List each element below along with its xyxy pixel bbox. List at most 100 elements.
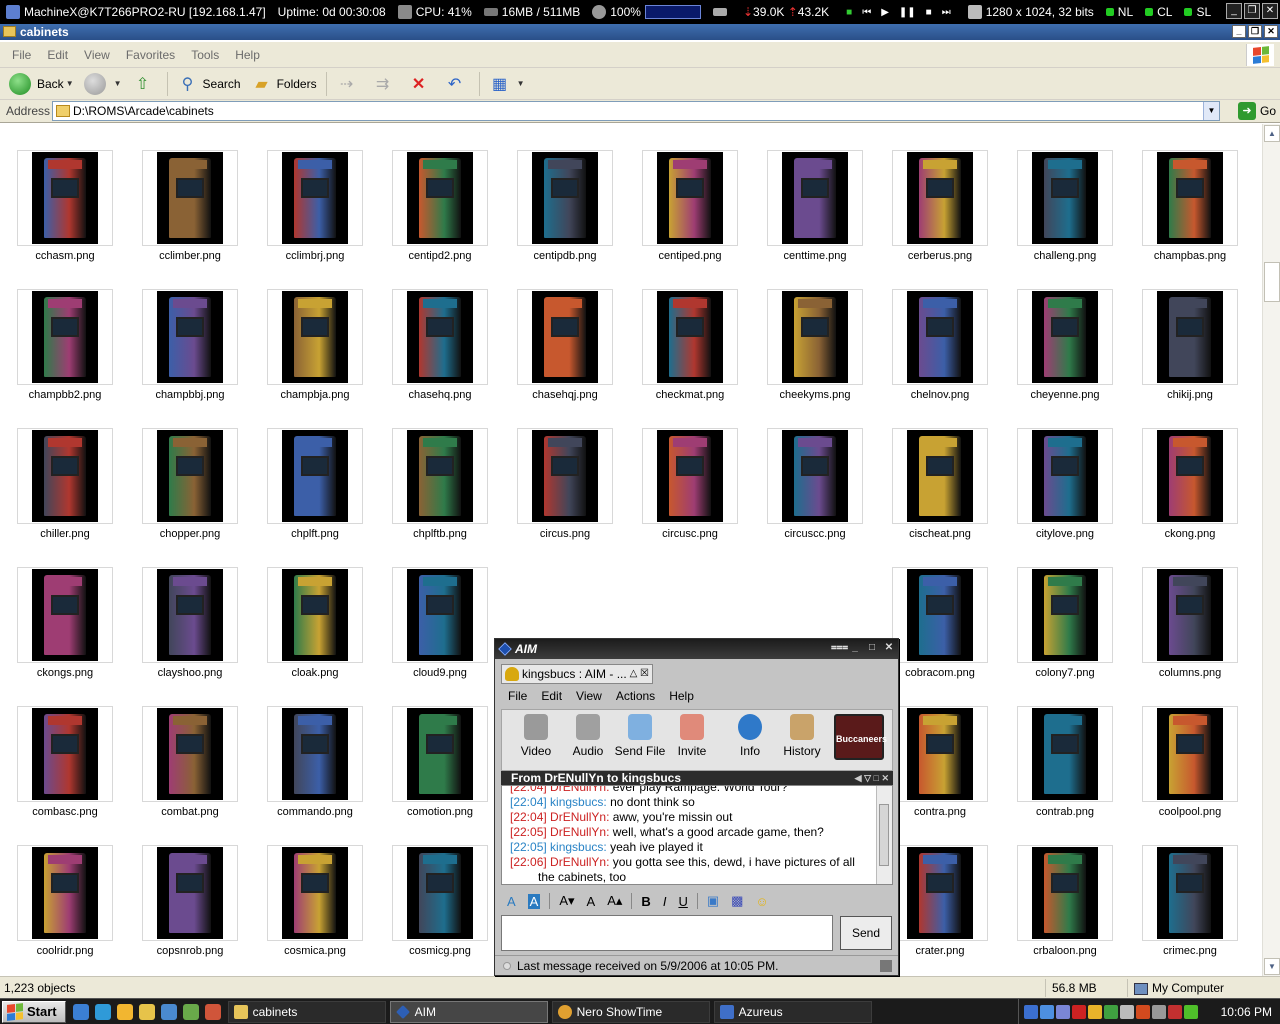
file-thumbnail[interactable]: challeng.png [1000, 124, 1125, 262]
file-thumbnail[interactable]: circus.png [500, 402, 625, 540]
file-thumbnail[interactable]: centipd2.png [375, 124, 500, 262]
file-thumbnail[interactable]: chelnov.png [875, 263, 1000, 401]
sysbar-close-icon[interactable]: ✕ [1262, 3, 1278, 19]
file-thumbnail[interactable]: chplftb.png [375, 402, 500, 540]
file-thumbnail[interactable]: coolpool.png [1125, 680, 1250, 818]
aim-message-input[interactable] [501, 915, 833, 951]
message-sender[interactable]: DrENullYn [550, 810, 606, 824]
views-button[interactable]: ▦ ▼ [484, 70, 530, 98]
increase-font-icon[interactable]: A▴ [607, 893, 622, 909]
media-play-icon[interactable]: ▶ [881, 7, 889, 18]
folders-button[interactable]: ▰ Folders [246, 70, 322, 98]
file-thumbnail[interactable]: centtime.png [750, 124, 875, 262]
file-thumbnail[interactable]: champbb2.png [0, 263, 125, 401]
views-dropdown-icon[interactable]: ▼ [517, 79, 525, 88]
tray-antivirus-icon[interactable] [1072, 1005, 1086, 1019]
quicklaunch-ie-icon[interactable] [72, 1003, 89, 1020]
file-thumbnail[interactable]: crimec.png [1125, 819, 1250, 957]
message-sender[interactable]: DrENullYn [550, 825, 606, 839]
search-button[interactable]: ⚲ Search [172, 70, 246, 98]
buddy-icon[interactable]: Buccaneers [834, 714, 887, 760]
lang-nl[interactable]: NL [1118, 5, 1133, 19]
scroll-up-icon[interactable]: ▲ [1264, 125, 1280, 142]
aim-title-bar[interactable]: AIM ⩶ _ □ ✕ [495, 639, 898, 659]
forward-button[interactable]: ▼ [79, 70, 127, 98]
file-thumbnail[interactable]: combasc.png [0, 680, 125, 818]
vertical-scrollbar[interactable]: ▲ ▼ [1262, 124, 1280, 976]
file-thumbnail[interactable]: comotion.png [375, 680, 500, 818]
bold-icon[interactable]: B [641, 894, 650, 909]
aim-message-log[interactable]: [22:04] DrENullYn: ever play Rampage: Wo… [501, 785, 893, 885]
aim-history-button[interactable]: History [774, 714, 830, 758]
file-thumbnail[interactable]: cclimber.png [125, 124, 250, 262]
file-thumbnail[interactable]: cischeat.png [875, 402, 1000, 540]
message-sender[interactable]: DrENullYn [550, 786, 606, 794]
aim-log-scroll-thumb[interactable] [879, 804, 889, 866]
aim-window[interactable]: AIM ⩶ _ □ ✕ kingsbucs : AIM - ... △ ☒ Fi… [494, 638, 899, 976]
close-button[interactable]: ✕ [1264, 25, 1278, 38]
address-input[interactable]: D:\ROMS\Arcade\cabinets ▼ [52, 101, 1220, 121]
aim-menu-view[interactable]: View [569, 689, 609, 703]
file-thumbnail[interactable]: champbas.png [1125, 124, 1250, 262]
menu-help[interactable]: Help [227, 48, 268, 62]
tray-bluetooth-icon[interactable] [1040, 1005, 1054, 1019]
aim-menu-help[interactable]: Help [662, 689, 701, 703]
normal-font-icon[interactable]: A [587, 894, 596, 909]
aim-log-scrollbar[interactable] [876, 786, 892, 884]
media-next-icon[interactable]: ⏭ [942, 7, 951, 18]
background-color-icon[interactable]: A [527, 893, 541, 909]
smiley-icon[interactable]: ☺ [755, 894, 768, 909]
lang-sl[interactable]: SL [1196, 5, 1211, 19]
go-button[interactable]: ➜ Go [1237, 102, 1276, 120]
quicklaunch-pencil-icon[interactable] [138, 1003, 155, 1020]
aim-close-icon[interactable]: ✕ [882, 642, 896, 656]
text-color-icon[interactable]: A [507, 894, 516, 909]
aim-conversation-tab[interactable]: kingsbucs : AIM - ... △ ☒ [501, 664, 653, 684]
scroll-thumb[interactable] [1264, 262, 1280, 302]
move-to-button[interactable]: ⇢ [331, 70, 367, 98]
file-thumbnail[interactable]: crbaloon.png [1000, 819, 1125, 957]
quicklaunch-network-icon[interactable] [160, 1003, 177, 1020]
decrease-font-icon[interactable]: A▾ [559, 893, 574, 909]
aim-maximize-icon[interactable]: □ [865, 642, 879, 656]
message-sender[interactable]: kingsbucs [550, 840, 603, 854]
file-thumbnail[interactable]: coolridr.png [0, 819, 125, 957]
start-button[interactable]: Start [2, 1000, 66, 1023]
file-thumbnail[interactable]: centiped.png [625, 124, 750, 262]
file-thumbnail[interactable]: circuscc.png [750, 402, 875, 540]
task-azureus[interactable]: Azureus [713, 1000, 872, 1023]
file-thumbnail[interactable]: champbbj.png [125, 263, 250, 401]
back-dropdown-icon[interactable]: ▼ [66, 79, 74, 88]
undo-button[interactable]: ↶ [439, 70, 475, 98]
file-thumbnail[interactable]: columns.png [1125, 541, 1250, 679]
sysbar-restore-icon[interactable]: ❐ [1244, 3, 1260, 19]
file-thumbnail[interactable]: ckongs.png [0, 541, 125, 679]
file-thumbnail[interactable]: champbja.png [250, 263, 375, 401]
menu-favorites[interactable]: Favorites [118, 48, 183, 62]
tray-alert-icon[interactable] [1168, 1005, 1182, 1019]
tray-printer-icon[interactable] [1152, 1005, 1166, 1019]
quicklaunch-app-icon[interactable] [204, 1003, 221, 1020]
file-thumbnail[interactable]: ckong.png [1125, 402, 1250, 540]
address-dropdown-icon[interactable]: ▼ [1203, 102, 1219, 120]
task-aim[interactable]: AIM [389, 1000, 548, 1023]
file-thumbnail[interactable]: cosmicg.png [375, 819, 500, 957]
file-thumbnail[interactable]: cclimbrj.png [250, 124, 375, 262]
file-thumbnail[interactable]: cloak.png [250, 541, 375, 679]
aim-header-controls-icon[interactable]: ◀ ▽ □ ✕ [855, 771, 889, 785]
quicklaunch-clock-icon[interactable] [116, 1003, 133, 1020]
file-thumbnail[interactable]: cosmica.png [250, 819, 375, 957]
file-thumbnail[interactable]: circusc.png [625, 402, 750, 540]
media-previous-icon[interactable]: ⏮ [862, 7, 871, 18]
file-thumbnail[interactable]: chiller.png [0, 402, 125, 540]
maximize-button[interactable]: ❐ [1248, 25, 1262, 38]
volume-meter[interactable] [644, 5, 701, 19]
tray-monitor-icon[interactable] [1056, 1005, 1070, 1019]
insert-image-icon[interactable]: ▩ [731, 893, 743, 909]
file-thumbnail[interactable]: cloud9.png [375, 541, 500, 679]
back-button[interactable]: Back ▼ [4, 70, 79, 98]
file-thumbnail[interactable]: contrab.png [1000, 680, 1125, 818]
file-thumbnail[interactable]: chasehqj.png [500, 263, 625, 401]
aim-info-button[interactable]: Info [722, 714, 778, 758]
lang-cl[interactable]: CL [1157, 5, 1172, 19]
